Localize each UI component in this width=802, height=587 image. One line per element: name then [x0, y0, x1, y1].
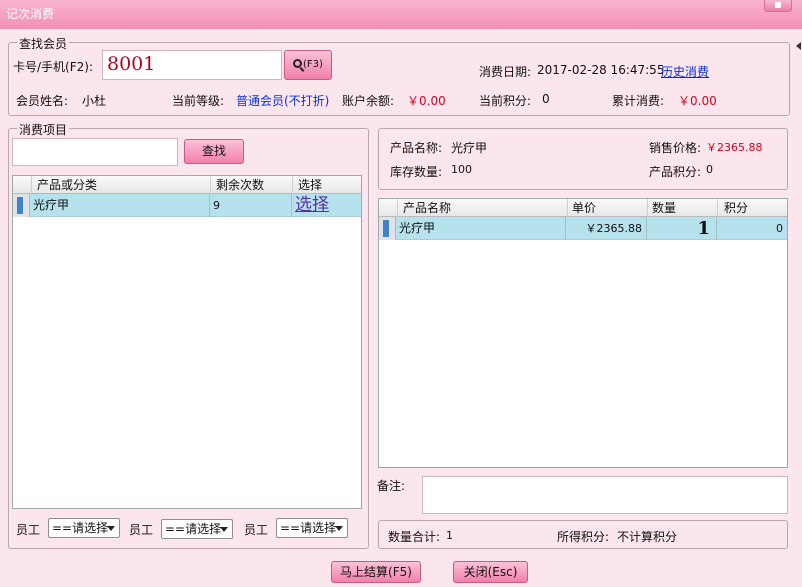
header-corner	[379, 199, 398, 217]
cart-table-header: 产品名称 单价 数量 积分	[379, 199, 787, 217]
level-value: 普通会员(不打折)	[236, 94, 330, 108]
column-header: 单价	[568, 199, 648, 217]
product-info-panel	[378, 128, 788, 190]
items-table-header: 产品或分类 剩余次数 选择	[13, 176, 361, 194]
cart-quantity-cell[interactable]: 1	[647, 217, 717, 240]
title-bar: 记次消费	[0, 0, 802, 29]
remaining-count-cell: 9	[210, 194, 292, 217]
column-header: 数量	[648, 199, 718, 217]
earned-points-label: 所得积分:	[557, 530, 610, 544]
column-header: 产品名称	[398, 199, 568, 217]
cart-item-name-cell: 光疗甲	[396, 217, 566, 240]
product-name-value: 光疗甲	[451, 141, 488, 155]
member-search-button-label: (F3)	[303, 59, 323, 70]
collapse-arrow-icon[interactable]	[796, 40, 802, 54]
quantity-total-label: 数量合计:	[388, 530, 441, 544]
product-points-label: 产品积分:	[649, 165, 702, 179]
member-group-legend: 查找会员	[17, 35, 70, 52]
staff-select-1-value: ==请选择	[52, 521, 109, 535]
dropdown-arrow-icon	[220, 527, 228, 532]
staff-select-2[interactable]: ==请选择	[161, 519, 233, 539]
column-header: 选择	[298, 178, 323, 192]
item-search-input[interactable]	[12, 138, 178, 166]
stock-label: 库存数量:	[390, 165, 443, 179]
product-name-label: 产品名称:	[390, 141, 443, 155]
row-selector-icon	[379, 217, 396, 240]
staff-select-3[interactable]: ==请选择	[276, 518, 348, 538]
points-label: 当前积分:	[479, 94, 532, 108]
total-spent-label: 累计消费:	[612, 94, 665, 108]
card-number-input[interactable]: 8001	[102, 50, 282, 80]
member-name-value: 小杜	[82, 94, 107, 108]
points-value: 0	[542, 92, 550, 106]
row-selector-icon	[13, 194, 30, 217]
close-window-button[interactable]	[764, 0, 792, 12]
remark-label: 备注:	[377, 479, 406, 493]
item-search-button[interactable]: 查找	[184, 139, 244, 164]
level-label: 当前等级:	[172, 94, 225, 108]
staff-select-3-value: ==请选择	[280, 521, 337, 535]
cart-unit-price-cell: ￥2365.88	[566, 217, 647, 240]
member-search-button[interactable]: (F3)	[284, 50, 332, 80]
quantity-total-value: 1	[446, 529, 453, 542]
header-corner	[13, 176, 32, 194]
select-item-link[interactable]: 选择	[292, 194, 362, 217]
total-spent-value: ￥0.00	[678, 94, 717, 108]
cart-points-cell: 0	[776, 222, 783, 235]
checkout-button[interactable]: 马上结算(F5)	[331, 561, 421, 583]
sale-price-label: 销售价格:	[649, 141, 702, 155]
staff-label-3: 员工	[244, 523, 269, 537]
items-group-legend: 消费项目	[17, 121, 70, 138]
window-title: 记次消费	[6, 7, 55, 21]
remark-input[interactable]	[422, 476, 788, 514]
balance-label: 账户余额:	[342, 94, 395, 108]
earned-points-value: 不计算积分	[617, 530, 678, 544]
column-header: 积分	[724, 201, 749, 215]
dropdown-arrow-icon	[335, 526, 343, 531]
cart-table: 产品名称 单价 数量 积分 光疗甲 ￥2365.88 1 0	[378, 198, 788, 468]
staff-select-2-value: ==请选择	[165, 522, 222, 536]
history-link[interactable]: 历史消费	[661, 63, 709, 80]
product-points-value: 0	[706, 163, 713, 176]
sale-price-value: ￥2365.88	[706, 141, 763, 154]
table-row[interactable]: 光疗甲 ￥2365.88 1 0	[379, 217, 787, 240]
close-button[interactable]: 关闭(Esc)	[453, 561, 528, 583]
search-icon	[293, 59, 303, 68]
balance-value: ￥0.00	[407, 94, 446, 108]
date-value: 2017-02-28 16:47:55	[537, 63, 665, 77]
stock-value: 100	[451, 163, 472, 176]
column-header: 剩余次数	[211, 176, 293, 194]
date-label: 消费日期:	[479, 65, 532, 79]
card-number-label: 卡号/手机(F2):	[13, 60, 93, 74]
dropdown-arrow-icon	[107, 526, 115, 531]
table-row[interactable]: 光疗甲 9 选择	[13, 194, 361, 217]
member-name-label: 会员姓名:	[16, 94, 69, 108]
staff-label-2: 员工	[129, 523, 154, 537]
item-name-cell: 光疗甲	[30, 194, 210, 217]
items-table: 产品或分类 剩余次数 选择 光疗甲 9 选择	[12, 175, 362, 509]
staff-select-1[interactable]: ==请选择	[48, 518, 120, 538]
staff-label-1: 员工	[16, 523, 41, 537]
column-header: 产品或分类	[32, 176, 211, 194]
